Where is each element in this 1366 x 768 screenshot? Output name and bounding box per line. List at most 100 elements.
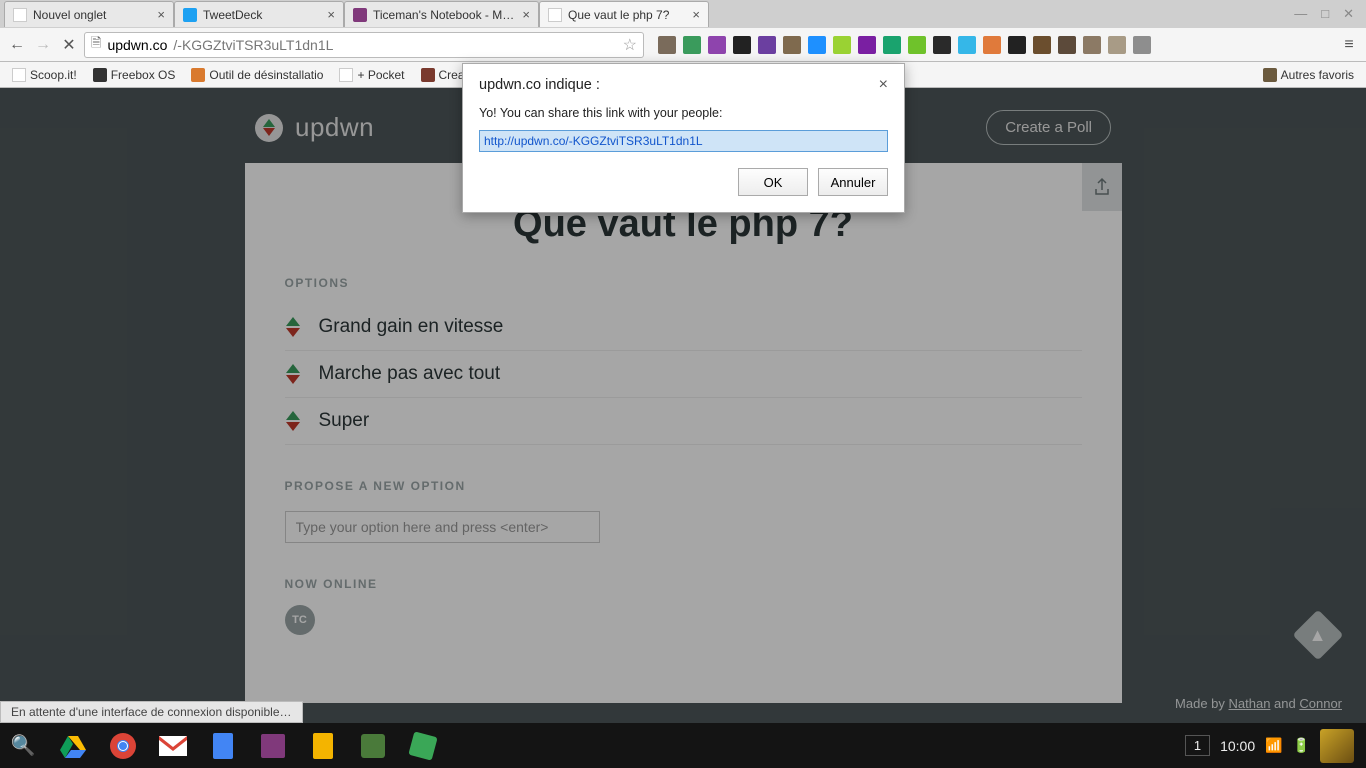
bookmark-freebox[interactable]: Freebox OS [89,66,180,84]
extension-icon[interactable] [758,36,776,54]
app-icon-1[interactable] [356,729,390,763]
bookmark-other-folder[interactable]: Autres favoris [1259,66,1358,84]
extension-icon[interactable] [783,36,801,54]
logo[interactable]: updwn [255,112,374,143]
gmail-icon[interactable] [156,729,190,763]
credits-text: and [1270,696,1299,711]
onenote-icon [353,8,367,22]
close-icon[interactable]: × [692,7,700,22]
slides-icon[interactable] [306,729,340,763]
blank-icon [548,8,562,22]
close-window-icon[interactable]: ✕ [1343,6,1354,22]
close-icon[interactable]: × [327,7,335,22]
dialog-input[interactable] [479,130,888,152]
menu-icon[interactable]: ≡ [1338,34,1360,56]
option-text: Grand gain en vitesse [319,316,504,338]
back-button[interactable]: ← [6,34,28,56]
extension-icon[interactable] [1133,36,1151,54]
page-icon [339,68,353,82]
extension-icon[interactable] [983,36,1001,54]
folder-icon [1263,68,1277,82]
close-icon[interactable]: × [157,7,165,22]
ok-button[interactable]: OK [738,168,808,196]
extension-icon[interactable] [1033,36,1051,54]
extension-icon[interactable] [1083,36,1101,54]
credits-link-connor[interactable]: Connor [1299,696,1342,711]
clock[interactable]: 10:00 [1220,738,1255,754]
star-icon[interactable]: ☆ [623,35,637,55]
tab-current[interactable]: Que vaut le php 7? × [539,1,709,27]
scroll-top-button[interactable]: ▲ [1293,610,1344,661]
chrome-icon[interactable] [106,729,140,763]
maximize-icon[interactable]: □ [1321,6,1329,22]
app-icon-2[interactable] [406,729,440,763]
docs-icon[interactable] [206,729,240,763]
option-text: Marche pas avec tout [319,363,501,385]
bookmark-scoopit[interactable]: Scoop.it! [8,66,81,84]
workspace-indicator[interactable]: 1 [1185,735,1210,756]
dialog-title: updwn.co indique : [479,77,600,93]
upvote-icon[interactable] [286,411,300,420]
blank-icon [13,8,27,22]
tray-app-icon[interactable] [1320,729,1354,763]
credits-link-nathan[interactable]: Nathan [1229,696,1271,711]
url-input[interactable]: 🗎 updwn.co/-KGGZtviTSR3uLT1dn1L ☆ [84,32,644,58]
page-icon: 🗎 [91,34,101,56]
extension-icon[interactable] [908,36,926,54]
tab-title: Que vaut le php 7? [568,8,686,22]
extension-icon[interactable] [883,36,901,54]
option-row: Super [285,398,1082,445]
address-bar: ← → ✕ 🗎 updwn.co/-KGGZtviTSR3uLT1dn1L ☆ … [0,28,1366,62]
extension-icon[interactable] [1108,36,1126,54]
downvote-icon[interactable] [286,422,300,431]
extension-icon[interactable] [958,36,976,54]
extension-icon[interactable] [708,36,726,54]
bookmark-label: Outil de désinstallatio [209,68,323,82]
cancel-button[interactable]: Annuler [818,168,888,196]
forward-button[interactable]: → [32,34,54,56]
close-icon[interactable]: × [522,7,530,22]
tab-tweetdeck[interactable]: TweetDeck × [174,1,344,27]
upvote-icon[interactable] [286,317,300,326]
extension-icons [658,36,1334,54]
generic-icon [421,68,435,82]
extension-icon[interactable] [1008,36,1026,54]
minimize-icon[interactable]: — [1294,6,1307,22]
logo-icon [255,114,283,142]
bookmark-pocket[interactable]: + Pocket [335,66,408,84]
downvote-icon[interactable] [286,328,300,337]
stop-button[interactable]: ✕ [58,34,80,56]
drive-icon[interactable] [56,729,90,763]
propose-input[interactable] [285,511,600,543]
extension-icon[interactable] [933,36,951,54]
dialog-close-icon[interactable]: × [879,76,888,94]
extension-icon[interactable] [808,36,826,54]
battery-icon[interactable]: 🔋 [1293,737,1310,754]
tab-onenote[interactable]: Ticeman's Notebook - Mi… × [344,1,539,27]
bookmark-java[interactable]: Outil de désinstallatio [187,66,327,84]
extension-icon[interactable] [1058,36,1076,54]
upvote-icon[interactable] [286,364,300,373]
extension-icon[interactable] [658,36,676,54]
wifi-icon[interactable]: 📶 [1265,737,1282,754]
poll-card: Que vaut le php 7? OPTIONS Grand gain en… [245,163,1122,703]
extension-icon[interactable] [833,36,851,54]
extension-icon[interactable] [683,36,701,54]
page-icon [12,68,26,82]
search-icon[interactable]: 🔍 [6,729,40,763]
share-button[interactable] [1082,163,1122,211]
tab-new[interactable]: Nouvel onglet × [4,1,174,27]
chevron-up-icon: ▲ [1309,624,1327,645]
extension-icon[interactable] [733,36,751,54]
system-tray: 1 10:00 📶 🔋 [1185,729,1360,763]
section-propose-label: PROPOSE A NEW OPTION [285,479,1082,493]
window-controls: — □ ✕ [1282,6,1366,22]
onenote-icon[interactable] [256,729,290,763]
footer-credits: Made by Nathan and Connor [1175,696,1342,711]
downvote-icon[interactable] [286,375,300,384]
create-poll-button[interactable]: Create a Poll [986,110,1111,145]
bookmark-label: Autres favoris [1281,68,1354,82]
bookmark-label: Scoop.it! [30,68,77,82]
share-icon [1093,177,1111,197]
extension-icon[interactable] [858,36,876,54]
